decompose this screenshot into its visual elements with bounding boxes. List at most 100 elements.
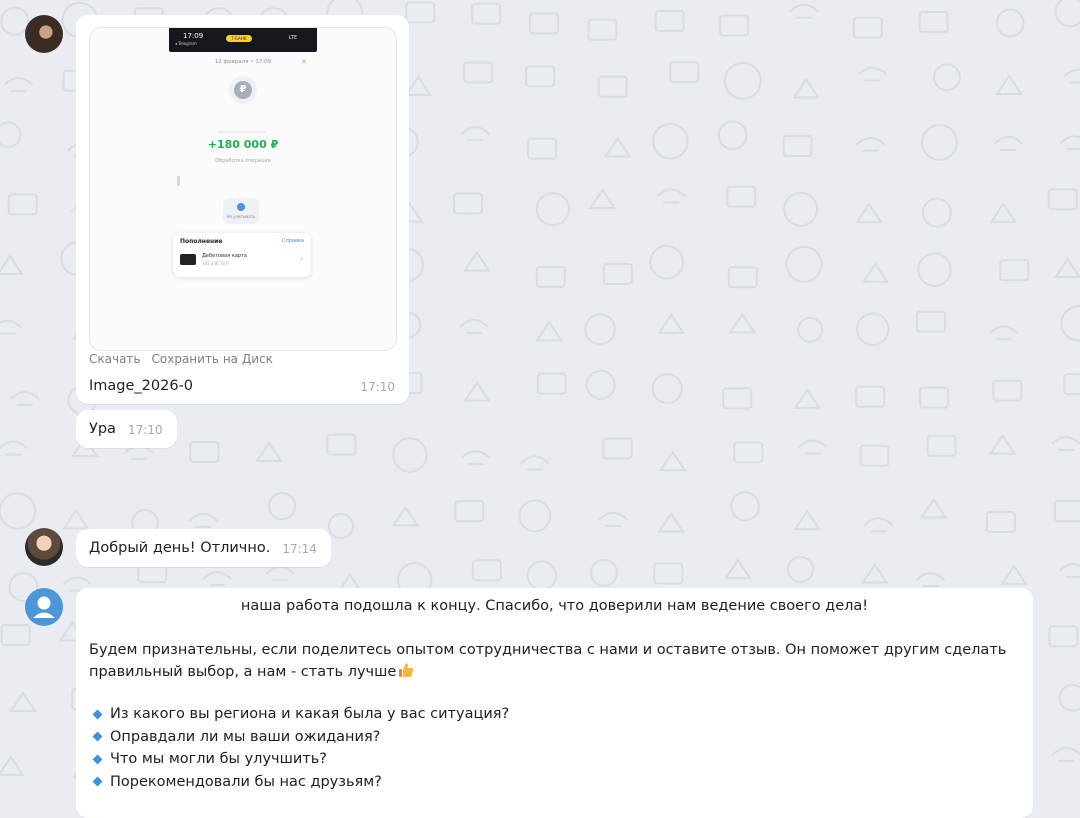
message-first-line: наша работа подошла к концу. Спасибо, чт… [240,598,869,614]
wallpaper-doodle [917,252,952,287]
wallpaper-doodle [460,450,491,466]
wallpaper-doodle [932,63,961,92]
wallpaper-doodle [786,555,815,583]
wallpaper-doodle [1058,562,1080,578]
wallpaper-doodle [723,61,762,100]
wallpaper-doodle [727,266,758,289]
wallpaper-doodle [652,122,689,160]
wallpaper-doodle [992,379,1023,402]
wallpaper-doodle [657,313,686,334]
wallpaper-doodle [789,3,819,19]
wallpaper-doodle [792,77,820,99]
diamond-bullet-icon [92,754,103,765]
message-bubble: Ура 17:10 [76,410,177,448]
wallpaper-doodle [921,124,958,161]
list-item: Из какого вы региона и какая была у вас … [92,703,509,726]
chevron-right-icon: › [300,255,303,263]
status-network: LTE [288,35,297,41]
wallpaper-doodle [658,450,687,472]
wallpaper-doodle [202,571,232,587]
image-preview[interactable]: 17:09 ◂ Telegram Т‑БАНК LTE 12 февраля •… [89,27,397,351]
wallpaper-doodle [1058,684,1080,712]
wallpaper-doodle [588,188,617,210]
wallpaper-doodle [265,565,295,581]
message-time: 17:14 [282,542,317,556]
bank-card-icon [180,254,196,265]
wallpaper-doodle [988,434,1017,455]
wallpaper-doodle [587,18,618,41]
wallpaper-doodle [728,312,757,334]
wallpaper-doodle [995,74,1024,95]
wallpaper-doodle [733,441,764,464]
user-avatar[interactable] [25,528,63,566]
wallpaper-doodle [657,511,685,533]
wallpaper-doodle [985,510,1016,533]
phone-status-bar: 17:09 ◂ Telegram Т‑БАНК LTE [169,28,317,52]
action-icon [237,203,245,211]
wallpaper-doodle [590,558,618,587]
wallpaper-doodle [124,445,154,461]
wallpaper-doodle [326,433,357,456]
question-text: Порекомендовали бы нас друзьям? [110,773,382,790]
wallpaper-doodle [454,500,485,523]
wallpaper-doodle [653,562,684,585]
wallpaper-doodle [460,126,490,142]
wallpaper-doodle [1051,436,1080,452]
wallpaper-doodle [61,508,90,530]
wallpaper-doodle [7,193,38,216]
wallpaper-doodle [603,136,632,158]
sender-avatar[interactable] [25,15,63,53]
default-avatar[interactable] [25,588,63,626]
wallpaper-doodle [921,197,952,228]
rouble-icon: ₽ [229,76,257,104]
wallpaper-doodle [654,9,685,32]
wallpaper-doodle [1059,135,1080,151]
wallpaper-doodle [926,434,957,457]
save-to-disk-link[interactable]: Сохранить на Диск [152,352,273,366]
wallpaper-doodle [669,61,700,84]
operation-amount: +180 000 ₽ [207,138,279,151]
wallpaper-doodle [189,440,220,463]
wallpaper-doodle [919,386,950,409]
wallpaper-doodle [656,188,687,204]
wallpaper-doodle [783,191,819,227]
wallpaper-doodle [995,8,1025,38]
card-name: Дебетовая карта [202,253,247,259]
diamond-bullet-icon [92,776,103,787]
decoration [177,176,180,186]
wallpaper-doodle [526,560,557,591]
wallpaper-doodle [519,455,550,471]
wallpaper-doodle [856,312,890,346]
wallpaper-doodle [785,245,823,283]
wallpaper-doodle [1060,305,1080,342]
close-icon: ✕ [301,58,307,66]
action-tile: Не учитывать [223,198,259,224]
image-message: 17:09 ◂ Telegram Т‑БАНК LTE 12 февраля •… [76,15,409,404]
file-name[interactable]: Image_2026-0 [89,378,193,394]
question-text: Что мы могли бы улучшить? [110,751,327,767]
wallpaper-doodle [392,437,428,473]
wallpaper-doodle [798,439,828,455]
wallpaper-doodle [536,372,567,395]
wallpaper-doodle [915,572,946,588]
wallpaper-doodle [391,505,420,527]
wallpaper-doodle [1063,373,1080,396]
diamond-bullet-icon [92,731,103,742]
wallpaper-doodle [717,120,748,151]
wallpaper-doodle [719,14,750,37]
wallpaper-doodle [518,499,552,533]
wallpaper-doodle [584,313,616,346]
wallpaper-doodle [855,202,883,224]
wallpaper-doodle [1051,746,1080,762]
download-link[interactable]: Скачать [89,352,141,366]
file-actions: Скачать Сохранить на Диск [89,352,284,366]
wallpaper-doodle [529,12,560,35]
wallpaper-doodle [0,492,37,530]
wallpaper-doodle [327,512,355,540]
action-label: Не учитывать [226,214,256,219]
message-text: Добрый день! Отлично. [89,540,271,556]
wallpaper-doodle [1063,68,1080,84]
wallpaper-doodle [535,192,570,227]
wallpaper-doodle [0,440,29,456]
wallpaper-doodle [535,265,566,288]
